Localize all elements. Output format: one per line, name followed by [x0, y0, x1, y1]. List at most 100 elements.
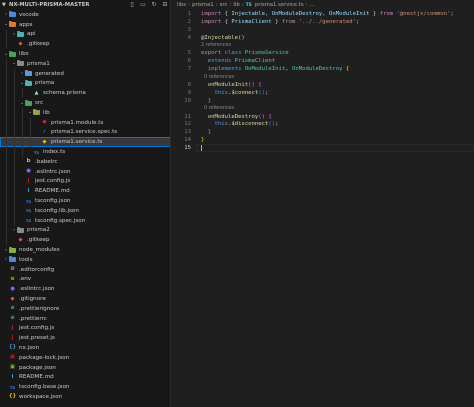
tree-item-label: .env — [19, 276, 32, 283]
tree-file[interactable]: ▲ schema.prisma — [0, 88, 170, 99]
tree-folder[interactable]: › api — [0, 29, 170, 40]
tree-file[interactable]: b .babelrc — [0, 156, 170, 167]
tree-file[interactable]: ● .eslintrc.json — [0, 284, 170, 294]
tree-file[interactable]: ◆ prisma1.service.ts — [0, 137, 170, 148]
tree-folder[interactable]: ⌄ prisma1 — [0, 58, 170, 69]
indent-guide — [22, 127, 23, 138]
tree-folder[interactable]: › node_modules — [0, 245, 170, 255]
breadcrumb-item[interactable]: src — [220, 2, 228, 8]
breadcrumb-item[interactable]: prisma1 — [192, 2, 214, 8]
tree-file[interactable]: TS index.ts — [0, 147, 170, 157]
code-line[interactable]: 13 } — [172, 128, 474, 136]
tree-file[interactable]: TS tsconfig.lib.json — [0, 205, 170, 216]
codelens-label[interactable]: 0 references — [196, 75, 234, 80]
tree-file[interactable]: TS tsconfig.spec.json — [0, 215, 170, 226]
tree-item-label: src — [35, 100, 44, 107]
tree-file[interactable]: ≡ .prettierignore — [0, 304, 170, 314]
refresh-icon[interactable]: ↻ — [151, 1, 157, 8]
tree-item-label: libs — [19, 51, 29, 58]
tree-file[interactable]: ✓ prisma1.service.spec.ts — [0, 127, 170, 138]
code-line[interactable]: 9 this.$connect(); — [172, 89, 474, 97]
code-line[interactable]: 7 implements OnModuleInit, OnModuleDestr… — [172, 65, 474, 73]
code-line[interactable]: 5 export class PrismaService — [172, 49, 474, 57]
tree-file[interactable]: ◆ .gitignore — [0, 294, 170, 304]
tree-folder[interactable]: › generated — [0, 68, 170, 79]
code-token: } — [369, 10, 380, 17]
tree-file[interactable]: ◆ .gitkeep — [0, 235, 170, 246]
code-line[interactable]: 15 — [172, 143, 474, 153]
chevron-down-icon[interactable]: ▼ — [2, 2, 9, 8]
tree-folder[interactable]: ⌄ lib — [0, 107, 170, 118]
tree-file[interactable]: Jjest.config.js — [0, 324, 170, 334]
file-icon: ✓ — [42, 128, 47, 135]
code-line[interactable]: 12 this.$disconnect(); — [172, 120, 474, 128]
indent-guide — [14, 147, 15, 157]
code-text: this.$connect(); — [196, 90, 268, 96]
breadcrumb-item[interactable]: prisma1.service.ts — [255, 2, 304, 8]
tree-file[interactable]: ▣ package.json — [0, 363, 170, 373]
tree-file[interactable]: ▣ package-lock.json — [0, 353, 170, 363]
code-line[interactable]: 2 import { PrismaClient } from '../../gen… — [172, 18, 474, 26]
line-number: 2 — [187, 18, 191, 25]
tree-file[interactable]: {} nx.json — [0, 343, 170, 353]
code-line[interactable]: 3 — [172, 26, 474, 34]
breadcrumb: libs › prisma1 › src › lib › TS prisma1.service.t… — [172, 0, 474, 10]
tree-folder[interactable]: › vscode — [0, 10, 170, 20]
code-line[interactable]: 4 @Injectable() — [172, 34, 474, 42]
tree-item-label: tsconfig.base.json — [19, 384, 70, 391]
tree-file[interactable]: TS tsconfig.json — [0, 196, 170, 206]
current-line-highlight — [196, 144, 474, 153]
code-token: ; — [265, 89, 269, 96]
tree-file[interactable]: ◆ prisma1.module.ts — [0, 117, 170, 128]
indent-guide — [6, 39, 7, 50]
code-line[interactable]: 8 onModuleInit() { — [172, 81, 474, 89]
code-token: extends — [207, 58, 232, 65]
new-file-icon[interactable]: ▯ — [129, 1, 135, 8]
tree-file[interactable]: i README.md — [0, 186, 170, 197]
codelens-label[interactable]: 0 references — [196, 106, 234, 111]
codelens-label[interactable]: 2 references — [196, 43, 231, 48]
code-line[interactable]: 14} — [172, 136, 474, 144]
indent-guide — [14, 205, 15, 216]
tree-folder[interactable]: ⌄ src — [0, 98, 170, 108]
tree-file[interactable]: i README.md — [0, 372, 170, 382]
codelens-references[interactable]: 0 references — [172, 105, 474, 113]
explorer-actions: ▯ ▭ ↻ ⊟ — [129, 1, 168, 8]
code-line[interactable]: 1 import { Injectable, OnModuleDestroy, O… — [172, 10, 474, 18]
codelens-references[interactable]: 2 references — [172, 42, 474, 50]
tree-folder[interactable]: › tools — [0, 255, 170, 265]
tree-folder[interactable]: ⌄ apps — [0, 20, 170, 30]
code-line[interactable]: 11 onModuleDestroy() { — [172, 113, 474, 121]
breadcrumb-item[interactable]: ... — [310, 2, 315, 8]
new-folder-icon[interactable]: ▭ — [140, 1, 146, 8]
code-line[interactable]: 10 } — [172, 97, 474, 105]
code-token: '@nestjs/common' — [396, 10, 451, 17]
tree-item-label: prisma2 — [27, 227, 50, 234]
code-token: { — [221, 10, 232, 17]
code-token: from — [379, 10, 394, 17]
tree-file[interactable]: TS tsconfig.base.json — [0, 382, 170, 392]
tree-file[interactable]: Jjest.preset.js — [0, 333, 170, 343]
tree-file[interactable]: ◆ .gitkeep — [0, 39, 170, 50]
tree-file[interactable]: Jjest.config.js — [0, 176, 170, 187]
breadcrumb-item[interactable]: libs — [177, 2, 186, 8]
tree-file[interactable]: ⚙ .editorconfig — [0, 265, 170, 275]
tree-file[interactable]: ● .eslintrc.json — [0, 166, 170, 177]
tree-item-label: .prettierrc — [19, 315, 47, 322]
codelens-references[interactable]: 0 references — [172, 73, 474, 81]
code-area[interactable]: 1 import { Injectable, OnModuleDestroy, O… — [172, 10, 474, 153]
file-icon: ≡ — [10, 275, 15, 282]
file-icon: ≡ — [10, 315, 15, 322]
tree-file[interactable]: ≡ .env — [0, 275, 170, 285]
tree-folder[interactable]: ⌄ prisma — [0, 78, 170, 89]
code-line[interactable]: 6 extends PrismaClient — [172, 57, 474, 65]
tree-file[interactable]: {} workspace.json — [0, 392, 170, 402]
tree-folder[interactable]: › prisma2 — [0, 225, 170, 236]
breadcrumb-item[interactable]: lib — [233, 2, 239, 8]
collapse-icon[interactable]: ⊟ — [162, 1, 168, 8]
tree-file[interactable]: ≡ .prettierrc — [0, 314, 170, 324]
file-icon: ⚙ — [10, 266, 15, 273]
indent-guide — [6, 137, 7, 148]
tree-folder[interactable]: ⌄ libs — [0, 49, 170, 59]
